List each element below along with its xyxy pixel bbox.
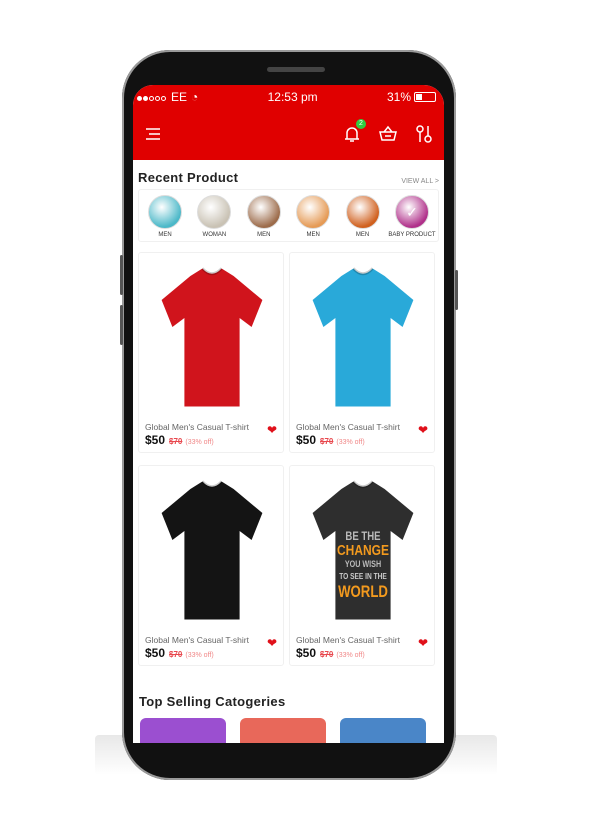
tshirt-image: BE THECHANGEYOU WISHTO SEE IN THEWORLD (312, 480, 414, 620)
check-icon: ✓ (406, 203, 418, 220)
battery-percent: 31% (386, 89, 411, 104)
current-price: $50 (296, 433, 317, 447)
current-price: $50 (145, 433, 166, 447)
favorite-heart-icon[interactable]: ❤ (267, 423, 277, 437)
category-label: BABY PRODUCT (388, 232, 436, 238)
section-title: Top Selling Catogeries (139, 694, 286, 709)
tshirt-image (312, 267, 414, 407)
app-header: 2 (133, 108, 444, 160)
product-price: $50 $70 (33% off) (145, 433, 214, 447)
filter-icon[interactable] (414, 124, 434, 144)
category-strip: MEN WOMAN MEN MEN MEN ✓ BABY PRODUCT (138, 189, 439, 242)
discount-label: (33% off) (336, 439, 365, 446)
category-item[interactable]: MEN (142, 195, 188, 238)
old-price: $70 (169, 437, 183, 446)
old-price: $70 (320, 650, 334, 659)
old-price: $70 (169, 650, 183, 659)
category-avatar (197, 195, 232, 229)
category-avatar (148, 195, 182, 229)
category-tile[interactable] (240, 718, 326, 743)
category-label: WOMAN (202, 232, 227, 238)
category-label: MEN (257, 232, 271, 238)
wifi-icon: ◔ (191, 89, 199, 104)
tshirt-image (161, 267, 263, 407)
category-avatar (296, 195, 331, 229)
shirt-print-text: WORLD (338, 583, 388, 602)
category-label: MEN (355, 232, 370, 238)
product-price: $50 $70 (33% off) (296, 433, 365, 447)
category-tile[interactable] (340, 718, 426, 743)
app-screen: EE ◔ 12:53 pm 31% 2 Recent Product VIEW … (133, 85, 444, 743)
product-price: $50 $70 (33% off) (296, 646, 365, 660)
category-label: MEN (158, 232, 172, 238)
discount-label: (33% off) (185, 439, 214, 446)
notification-bell-icon[interactable]: 2 (342, 119, 366, 144)
product-card[interactable]: Global Men's Casual T-shirt $50 $70 (33% o… (289, 252, 435, 453)
product-card[interactable]: Global Men's Casual T-shirt $50 $70 (33% o… (138, 252, 284, 453)
clock: 12:53 pm (267, 89, 318, 104)
discount-label: (33% off) (185, 652, 214, 659)
shirt-print-text: YOU WISH (345, 559, 381, 569)
favorite-heart-icon[interactable]: ❤ (267, 636, 277, 650)
battery-icon (414, 92, 436, 103)
category-avatar (246, 195, 281, 229)
product-grid: Global Men's Casual T-shirt $50 $70 (33% o… (133, 242, 444, 666)
product-name: Global Men's Casual T-shirt (296, 635, 400, 645)
volume-button (120, 305, 123, 345)
category-item[interactable]: MEN (290, 195, 336, 238)
shirt-print-text: CHANGE (337, 542, 389, 559)
product-name: Global Men's Casual T-shirt (296, 422, 400, 432)
category-avatar (345, 195, 380, 229)
status-bar: EE ◔ 12:53 pm 31% (133, 85, 444, 108)
volume-button (120, 255, 123, 295)
notification-badge: 2 (356, 119, 366, 129)
basket-icon[interactable] (378, 124, 398, 144)
shirt-print-text: TO SEE IN THE (339, 571, 387, 581)
category-item[interactable]: WOMAN (191, 195, 237, 238)
power-button (455, 270, 458, 310)
category-avatar: ✓ (394, 195, 429, 229)
current-price: $50 (296, 646, 317, 660)
discount-label: (33% off) (336, 652, 365, 659)
signal-icon (137, 90, 167, 104)
category-item[interactable]: MEN (241, 195, 287, 238)
old-price: $70 (320, 437, 334, 446)
speaker (267, 67, 325, 72)
product-name: Global Men's Casual T-shirt (145, 635, 249, 645)
category-tile[interactable] (140, 718, 226, 743)
carrier: EE (171, 89, 188, 104)
favorite-heart-icon[interactable]: ❤ (418, 636, 428, 650)
favorite-heart-icon[interactable]: ❤ (418, 423, 428, 437)
product-name: Global Men's Casual T-shirt (145, 422, 249, 432)
category-label: MEN (306, 232, 320, 238)
menu-icon[interactable] (143, 124, 163, 144)
product-price: $50 $70 (33% off) (145, 646, 214, 660)
tshirt-image (161, 480, 263, 620)
category-tiles (133, 711, 444, 743)
category-item[interactable]: ✓ BABY PRODUCT (388, 195, 436, 238)
view-all-link[interactable]: VIEW ALL > (401, 178, 439, 185)
section-title: Recent Product (138, 170, 239, 185)
product-card[interactable]: Global Men's Casual T-shirt $50 $70 (33% o… (138, 465, 284, 666)
product-card[interactable]: BE THE CHANGE YOU WISH TO SEE IN THE WORLD G… (289, 465, 435, 666)
current-price: $50 (145, 646, 166, 660)
category-item[interactable]: MEN (340, 195, 386, 238)
